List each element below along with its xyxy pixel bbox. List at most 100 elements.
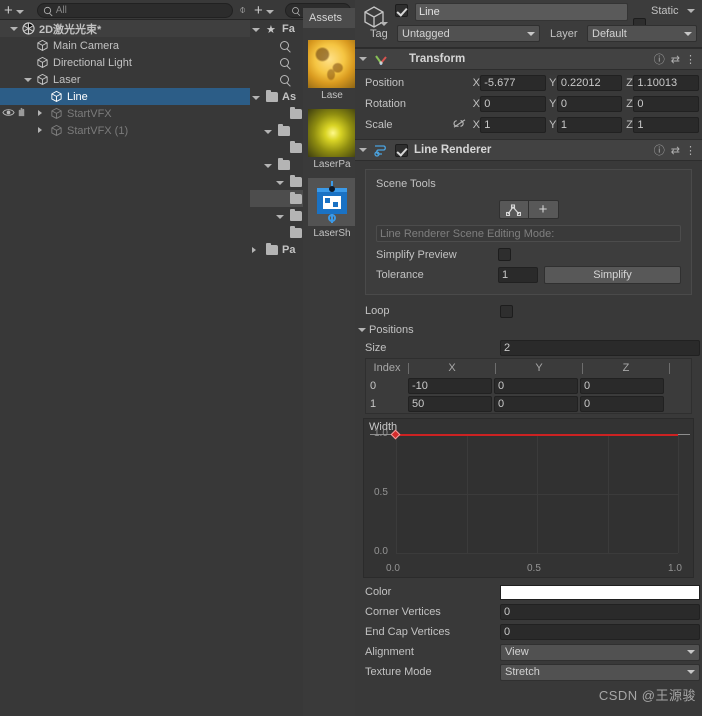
project-tree-label: Pa (282, 244, 295, 256)
asset-item[interactable]: LaserPa (303, 109, 361, 170)
hierarchy-item-startvfx-1[interactable]: StartVFX (1) (0, 122, 250, 139)
gameobject-name-input[interactable]: Line (415, 3, 628, 21)
folder-icon (290, 109, 302, 119)
add-gameobject-button[interactable]: + (4, 3, 13, 18)
preset-icon[interactable]: ⇄ (671, 53, 679, 66)
hierarchy-expand-icon[interactable] (24, 78, 32, 82)
hierarchy-item-startvfx[interactable]: StartVFX (0, 105, 250, 122)
transform-position-z-input[interactable]: 1.10013 (633, 75, 699, 91)
transform-foldout-icon[interactable] (359, 57, 367, 61)
simplify-preview-checkbox[interactable] (498, 248, 511, 261)
project-expand-icon[interactable] (276, 181, 284, 185)
project-expand-icon[interactable] (252, 96, 260, 100)
constrain-proportions-off-icon[interactable] (452, 118, 472, 132)
laser-texture-thumb[interactable] (308, 40, 356, 88)
line-renderer-enabled-checkbox[interactable] (395, 144, 408, 157)
chevron-down-icon (527, 32, 535, 36)
position-row[interactable]: 15000 (366, 395, 691, 413)
position-index: 0 (366, 380, 408, 392)
hierarchy-item-label: StartVFX (1) (67, 125, 128, 137)
transform-rotation-z-input[interactable]: 0 (633, 96, 699, 112)
position-z-input[interactable]: 0 (580, 378, 664, 394)
hierarchy-expand-icon[interactable] (38, 127, 42, 133)
project-expand-icon[interactable] (252, 28, 260, 32)
line-renderer-component-header[interactable]: Line Renderer ⓘ ⇄ ⋮ (355, 139, 702, 161)
position-row[interactable]: 0-1000 (366, 377, 691, 395)
hierarchy-item-laser[interactable]: Laser (0, 71, 250, 88)
static-dropdown-chevron-icon[interactable] (687, 9, 695, 13)
project-expand-icon[interactable] (276, 215, 284, 219)
end-cap-vertices-input[interactable]: 0 (500, 624, 700, 640)
tag-dropdown[interactable]: Untagged (397, 25, 540, 42)
line-renderer-menu-icon[interactable]: ⋮ (685, 144, 696, 157)
assets-tab[interactable]: Assets (303, 8, 361, 28)
corner-vertices-input[interactable]: 0 (500, 604, 700, 620)
curve-xtick: 1.0 (668, 563, 682, 574)
preset-icon[interactable]: ⇄ (671, 144, 679, 157)
layer-dropdown[interactable]: Default (587, 25, 697, 42)
alignment-dropdown[interactable]: View (500, 644, 700, 661)
asset-item[interactable]: LaserSh (303, 178, 361, 239)
tolerance-input[interactable]: 1 (498, 267, 538, 283)
assets-browser: Assets Lase LaserPa LaserSh (303, 8, 361, 716)
texture-mode-dropdown[interactable]: Stretch (500, 664, 700, 681)
add-point-button[interactable]: + (529, 200, 559, 219)
width-curve-editor[interactable]: Width 1.00.50.00.00.51.0 (363, 418, 694, 578)
position-y-input[interactable]: 0 (494, 396, 578, 412)
transform-position-y-input[interactable]: 0.22012 (557, 75, 623, 91)
transform-position-x-input[interactable]: -5.677 (480, 75, 546, 91)
project-add-chevron-icon[interactable] (266, 10, 274, 14)
position-x-input[interactable]: 50 (408, 396, 492, 412)
hierarchy-expand-icon[interactable] (38, 110, 42, 116)
search-icon (280, 41, 289, 50)
color-swatch[interactable] (500, 585, 700, 600)
hierarchy-expand-icon[interactable] (10, 27, 18, 31)
transform-rotation-x-input[interactable]: 0 (480, 96, 546, 112)
position-x-input[interactable]: -10 (408, 378, 492, 394)
scene-tools-title: Scene Tools (376, 178, 681, 190)
asset-label: LaserSh (303, 228, 361, 239)
transform-scale-x-input[interactable]: 1 (480, 117, 546, 133)
prefab-chevron-icon[interactable] (380, 22, 388, 26)
add-gameobject-chevron-icon[interactable] (16, 10, 24, 14)
column-divider[interactable] (669, 363, 670, 374)
hierarchy-item-line[interactable]: Line (0, 88, 250, 105)
axis-label-y: Y (549, 98, 557, 110)
project-add-button[interactable]: + (254, 3, 263, 18)
hierarchy-layout-icon[interactable]: ⌽ (239, 4, 246, 17)
project-expand-icon[interactable] (264, 130, 272, 134)
project-expand-icon[interactable] (264, 164, 272, 168)
laser-shader-thumb[interactable] (308, 178, 356, 226)
help-icon[interactable]: ⓘ (654, 142, 665, 158)
curve-ytick: 0.5 (374, 487, 388, 498)
edit-points-button[interactable] (499, 200, 529, 219)
line-renderer-foldout-icon[interactable] (359, 148, 367, 152)
transform-scale-z-input[interactable]: 1 (633, 117, 699, 133)
folder-icon (290, 177, 302, 187)
position-y-input[interactable]: 0 (494, 378, 578, 394)
visibility-eye-icon[interactable] (2, 107, 15, 118)
hierarchy-search-input[interactable]: All (37, 3, 234, 18)
hierarchy-item-main-camera[interactable]: Main Camera (0, 37, 250, 54)
pickability-hand-icon[interactable] (16, 107, 27, 118)
edit-points-icon (506, 204, 521, 216)
positions-foldout[interactable]: Positions (355, 321, 702, 338)
folder-icon (266, 245, 278, 255)
gameobject-enabled-checkbox[interactable] (395, 4, 408, 17)
hierarchy-toolbar: + All ⌽ (0, 0, 250, 20)
loop-checkbox[interactable] (500, 305, 513, 318)
positions-foldout-icon[interactable] (358, 328, 366, 332)
transform-menu-icon[interactable]: ⋮ (685, 53, 696, 66)
transform-component-header[interactable]: Transform ⓘ ⇄ ⋮ (355, 48, 702, 70)
position-z-input[interactable]: 0 (580, 396, 664, 412)
size-input[interactable]: 2 (500, 340, 700, 356)
scene-editing-mode-field[interactable]: Line Renderer Scene Editing Mode: (376, 225, 681, 242)
transform-rotation-y-input[interactable]: 0 (557, 96, 623, 112)
hierarchy-item-directional-light[interactable]: Directional Light (0, 54, 250, 71)
asset-item[interactable]: Lase (303, 40, 361, 101)
transform-scale-y-input[interactable]: 1 (557, 117, 623, 133)
laser-particle-thumb[interactable] (308, 109, 356, 157)
help-icon[interactable]: ⓘ (654, 51, 665, 67)
project-expand-icon[interactable] (252, 247, 256, 253)
simplify-button[interactable]: Simplify (544, 266, 681, 284)
